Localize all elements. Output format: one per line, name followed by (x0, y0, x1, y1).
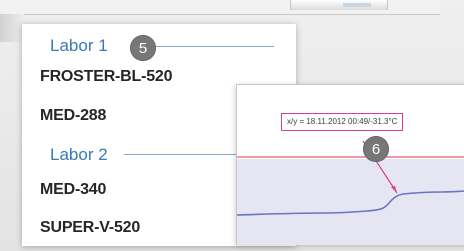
tooltip-value-box: x/y = 18.11.2012 00:49/-31.3°C (281, 113, 404, 131)
temperature-chart[interactable]: x/y = 18.11.2012 00:49/-31.3°C 6 (236, 84, 464, 245)
callout-number-5: 5 (130, 35, 156, 61)
window-thumbnail (290, 0, 388, 10)
list-item-med-340[interactable]: MED-340 (40, 181, 106, 199)
list-item-med-288[interactable]: MED-288 (40, 107, 106, 125)
group-divider-labor-1 (156, 46, 274, 47)
group-label-labor-1[interactable]: Labor 1 (50, 36, 108, 56)
group-label-labor-2[interactable]: Labor 2 (50, 145, 108, 165)
list-item-froster-bl-520[interactable]: FROSTER-BL-520 (40, 68, 173, 86)
list-item-super-v-520[interactable]: SUPER-V-520 (40, 219, 140, 237)
background-shadow (0, 14, 24, 42)
temperature-chart-canvas (237, 140, 464, 245)
tooltip-value-text: x/y = 18.11.2012 00:49/-31.3°C (287, 117, 398, 126)
chart-area-fill (237, 159, 464, 245)
group-divider-labor-2 (124, 154, 236, 155)
callout-number-6: 6 (363, 136, 389, 162)
